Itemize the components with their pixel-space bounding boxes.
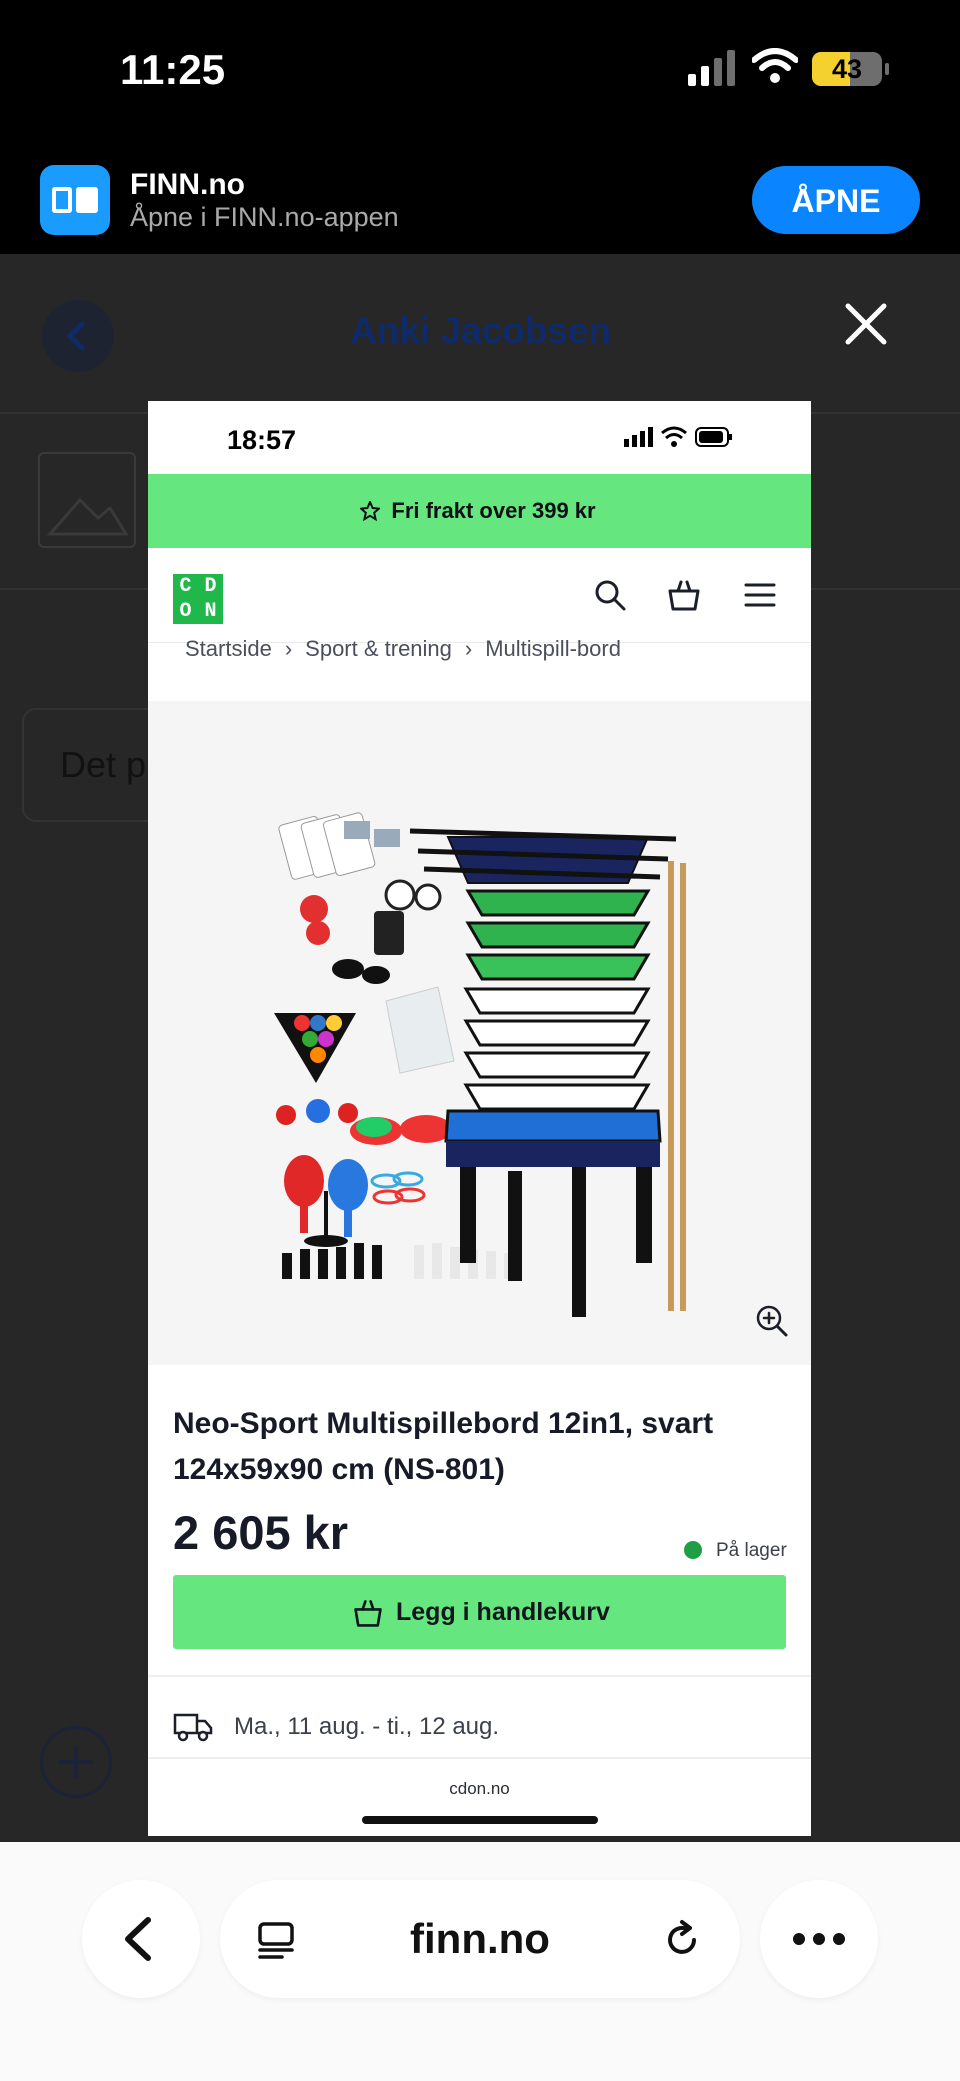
finn-app-icon[interactable]	[40, 165, 110, 235]
site-domain: cdon.no	[449, 1779, 510, 1798]
screenshot-image: 18:57 Fri frakt over 399 kr C D O N Star…	[148, 401, 811, 1836]
product-price: 2 605 kr	[173, 1506, 349, 1559]
status-bar: 11:25 43	[0, 0, 960, 150]
divider	[148, 1675, 811, 1677]
plus-icon	[59, 1745, 93, 1779]
image-placeholder-icon	[46, 497, 129, 536]
breadcrumb: Startside › Sport & trening › Multispill-bor…	[185, 636, 621, 661]
search-icon[interactable]	[592, 577, 628, 613]
menu-icon[interactable]	[742, 577, 778, 613]
chevron-left-icon	[125, 1917, 151, 1961]
in-stock-dot	[684, 1541, 702, 1559]
promo-text: Fri frakt over 399 kr	[391, 498, 596, 523]
stock-status: På lager	[716, 1540, 787, 1561]
status-time: 11:25	[120, 46, 226, 93]
cellular-signal-icon	[688, 50, 735, 86]
product-image[interactable]	[148, 701, 811, 1365]
screenshot-time: 18:57	[227, 425, 297, 455]
home-indicator	[362, 1816, 598, 1824]
screenshot-status-bar: 18:57	[148, 401, 811, 474]
add-attachment-button[interactable]	[40, 1726, 112, 1798]
screenshot-status-icons	[624, 426, 732, 447]
conversation-title: Anki Jacobsen	[350, 310, 612, 351]
delivery-truck-icon	[173, 1713, 213, 1742]
divider	[148, 1757, 811, 1759]
browser-back-button[interactable]	[82, 1880, 200, 1998]
ellipsis-icon	[793, 1933, 845, 1945]
open-app-button[interactable]: ÅPNE	[752, 166, 920, 234]
basket-icon	[354, 1600, 382, 1627]
app-banner: FINN.no Åpne i FINN.no-appen ÅPNE	[0, 150, 960, 254]
more-options-button[interactable]	[760, 1880, 878, 1998]
app-subtitle: Åpne i FINN.no-appen	[130, 202, 399, 232]
product-title: Neo-Sport Multispillebord 12in1, svart 1…	[173, 1407, 714, 1486]
add-to-cart-label: Legg i handlekurv	[396, 1598, 610, 1626]
listing-thumbnail[interactable]	[38, 452, 136, 548]
delivery-estimate: Ma., 11 aug. - ti., 12 aug.	[234, 1713, 500, 1740]
app-name: FINN.no	[130, 168, 245, 201]
browser-toolbar: finn.no	[0, 1842, 960, 2081]
breadcrumb-item[interactable]: Startside	[185, 636, 272, 661]
battery-icon: 43	[812, 52, 889, 86]
close-icon[interactable]	[836, 294, 896, 354]
battery-percent: 43	[831, 54, 863, 84]
breadcrumb-item[interactable]: Multispill-bord	[485, 636, 621, 661]
address-bar[interactable]: finn.no	[220, 1880, 740, 1998]
zoom-in-icon[interactable]	[754, 1303, 790, 1339]
chevron-left-icon	[66, 321, 85, 351]
basket-icon[interactable]	[666, 577, 702, 613]
cdon-logo[interactable]: C D O N	[173, 574, 223, 624]
multi-game-table-illustration	[274, 812, 686, 1317]
back-button[interactable]	[42, 300, 114, 372]
free-shipping-banner: Fri frakt over 399 kr	[148, 474, 811, 548]
reload-icon[interactable]	[660, 1918, 704, 1962]
breadcrumb-item[interactable]: Sport & trening	[305, 636, 452, 661]
message-preview: Det p	[60, 744, 147, 785]
wifi-icon	[752, 48, 798, 83]
cdon-navbar: C D O N	[148, 548, 811, 643]
